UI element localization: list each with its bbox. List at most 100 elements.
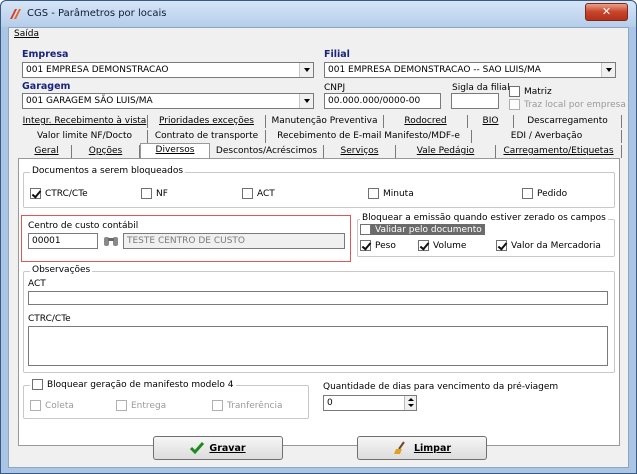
ctrc-checkbox[interactable]: CTRC/CTe <box>30 188 88 199</box>
tab-descontos[interactable]: Descontos/Acréscimos <box>210 145 324 158</box>
tab-rodocred[interactable]: Rodocred <box>384 115 468 128</box>
gravar-label: Gravar <box>209 442 246 454</box>
entrega-box[interactable] <box>116 400 127 411</box>
menu-saida[interactable]: Saída <box>14 29 39 39</box>
volume-checkbox[interactable]: Volume <box>418 240 466 251</box>
binoculars-icon[interactable] <box>102 234 120 248</box>
matriz-checkbox[interactable]: Matriz <box>509 86 552 97</box>
tab-integr-recebimento[interactable]: Integr. Recebimento à vista <box>22 115 148 128</box>
transferencia-checkbox[interactable]: Tranferência <box>212 400 283 411</box>
coleta-box[interactable] <box>30 400 41 411</box>
traz-local-label: Traz local por empresa <box>524 99 626 110</box>
transferencia-box[interactable] <box>212 400 223 411</box>
tab-carregamento[interactable]: Carregamento/Etiquetas <box>496 145 622 158</box>
pedido-checkbox[interactable]: Pedido <box>522 188 567 199</box>
valor-mercadoria-box[interactable] <box>496 240 507 251</box>
traz-local-checkbox[interactable]: Traz local por empresa <box>509 99 626 110</box>
nf-checkbox[interactable]: NF <box>141 188 168 199</box>
tab-edi-averbacao[interactable]: EDI / Averbação <box>472 130 622 143</box>
tab-opcoes[interactable]: Opções <box>72 145 140 158</box>
minuta-box[interactable] <box>368 188 379 199</box>
sigla-label: Sigla da filial <box>452 83 510 93</box>
centro-custo-description-text: TESTE CENTRO DE CUSTO <box>127 236 245 246</box>
valor-mercadoria-checkbox[interactable]: Valor da Mercadoria <box>496 240 601 251</box>
limpar-button[interactable]: Limpar <box>357 436 487 460</box>
entrega-checkbox[interactable]: Entrega <box>116 400 166 411</box>
bloquear-emissao-group: Bloquear a emissão quando estiver zerado… <box>357 213 615 257</box>
tab-label: Diversos <box>155 145 195 155</box>
chevron-down-icon[interactable] <box>299 63 313 77</box>
tab-vale-pedagio[interactable]: Vale Pedágio <box>396 145 496 158</box>
centro-custo-label: Centro de custo contábil <box>28 221 139 231</box>
tab-contrato[interactable]: Contrato de transporte <box>148 130 266 143</box>
nf-label: NF <box>156 188 168 199</box>
filial-select[interactable]: 001 EMPRESA DEMONSTRACAO -- SAO LUIS/MA <box>324 62 616 78</box>
tab-label: Recebimento de E-mail Manifesto/MDF-e <box>277 131 460 141</box>
tab-descarregamento[interactable]: Descarregamento <box>514 115 622 128</box>
nf-box[interactable] <box>141 188 152 199</box>
sigla-input[interactable] <box>451 93 499 109</box>
chevron-down-icon[interactable] <box>601 63 615 77</box>
matriz-box[interactable] <box>509 86 520 97</box>
tab-label: Opções <box>88 146 123 156</box>
tab-valor-limite[interactable]: Valor limite NF/Docto <box>22 130 148 143</box>
spin-arrows-icon[interactable] <box>404 396 416 410</box>
limpar-label: Limpar <box>413 442 452 454</box>
title-bar: CGS - Parâmetros por locais ✕ <box>1 1 636 27</box>
tab-recebimento-email[interactable]: Recebimento de E-mail Manifesto/MDF-e <box>266 130 472 143</box>
centro-custo-code-input[interactable]: 00001 <box>28 233 98 249</box>
documentos-bloqueados-group: Documentos a serem bloqueados CTRC/CTe N… <box>23 166 615 208</box>
empresa-label: Empresa <box>22 49 69 60</box>
tab-bio[interactable]: BIO <box>468 115 514 128</box>
volume-label: Volume <box>433 240 467 251</box>
tab-label: Descontos/Acréscimos <box>215 146 318 156</box>
peso-label: Peso <box>375 240 396 251</box>
ctrc-box[interactable] <box>30 188 41 199</box>
act-box[interactable] <box>242 188 253 199</box>
garagem-select[interactable]: 001 GARAGEM SÃO LUIS/MA <box>22 93 314 109</box>
observacoes-title: Observações <box>30 265 93 275</box>
tab-label: Valor limite NF/Docto <box>36 131 133 141</box>
tab-label: Descarregamento <box>527 116 608 126</box>
manifesto-box[interactable] <box>32 379 43 390</box>
validar-documento-box[interactable] <box>360 224 371 235</box>
centro-custo-description: TESTE CENTRO DE CUSTO <box>123 233 345 249</box>
tab-label: Rodocred <box>404 116 447 126</box>
cnpj-label: CNPJ <box>324 83 346 93</box>
window-title: CGS - Parâmetros por locais <box>27 8 167 19</box>
tab-label: Manutenção Preventiva <box>271 116 378 126</box>
act-checkbox[interactable]: ACT <box>242 188 275 199</box>
gravar-button[interactable]: Gravar <box>153 436 283 460</box>
tab-label: BIO <box>482 116 499 126</box>
volume-box[interactable] <box>418 240 429 251</box>
tab-manutencao[interactable]: Manutenção Preventiva <box>266 115 384 128</box>
empresa-select[interactable]: 001 EMPRESA DEMONSTRACAO <box>22 62 314 78</box>
tab-label: Integr. Recebimento à vista <box>22 116 147 126</box>
tab-geral[interactable]: Geral <box>22 145 72 158</box>
pedido-box[interactable] <box>522 188 533 199</box>
coleta-label: Coleta <box>45 400 74 411</box>
tab-diversos[interactable]: Diversos <box>140 143 210 158</box>
tab-label: Prioridades exceções <box>159 116 254 126</box>
manifesto-checkbox[interactable]: Bloquear geração de manifesto modelo 4 <box>30 379 236 390</box>
validar-documento-checkbox[interactable]: Validar pelo documento <box>360 224 485 235</box>
quantidade-dias-input[interactable]: 0 <box>323 395 417 411</box>
tab-label: Carregamento/Etiquetas <box>503 146 614 156</box>
tab-servicos[interactable]: Serviços <box>324 145 396 158</box>
peso-box[interactable] <box>360 240 371 251</box>
minuta-checkbox[interactable]: Minuta <box>368 188 414 199</box>
cnpj-input[interactable]: 00.000.000/0000-00 <box>324 93 441 109</box>
peso-checkbox[interactable]: Peso <box>360 240 396 251</box>
checkmark-icon <box>190 442 205 455</box>
window-client-area: Saída Empresa 001 EMPRESA DEMONSTRACAO F… <box>8 27 629 468</box>
obs-ctrc-textarea[interactable] <box>28 326 608 366</box>
menu-bar: Saída <box>9 28 628 42</box>
garagem-label: Garagem <box>22 81 71 92</box>
close-button[interactable]: ✕ <box>585 3 628 21</box>
centro-custo-code: 00001 <box>32 236 61 246</box>
coleta-checkbox[interactable]: Coleta <box>30 400 74 411</box>
traz-local-box[interactable] <box>509 99 520 110</box>
chevron-down-icon[interactable] <box>299 94 313 108</box>
obs-act-input[interactable] <box>28 291 608 305</box>
tab-prioridades[interactable]: Prioridades exceções <box>148 115 266 128</box>
